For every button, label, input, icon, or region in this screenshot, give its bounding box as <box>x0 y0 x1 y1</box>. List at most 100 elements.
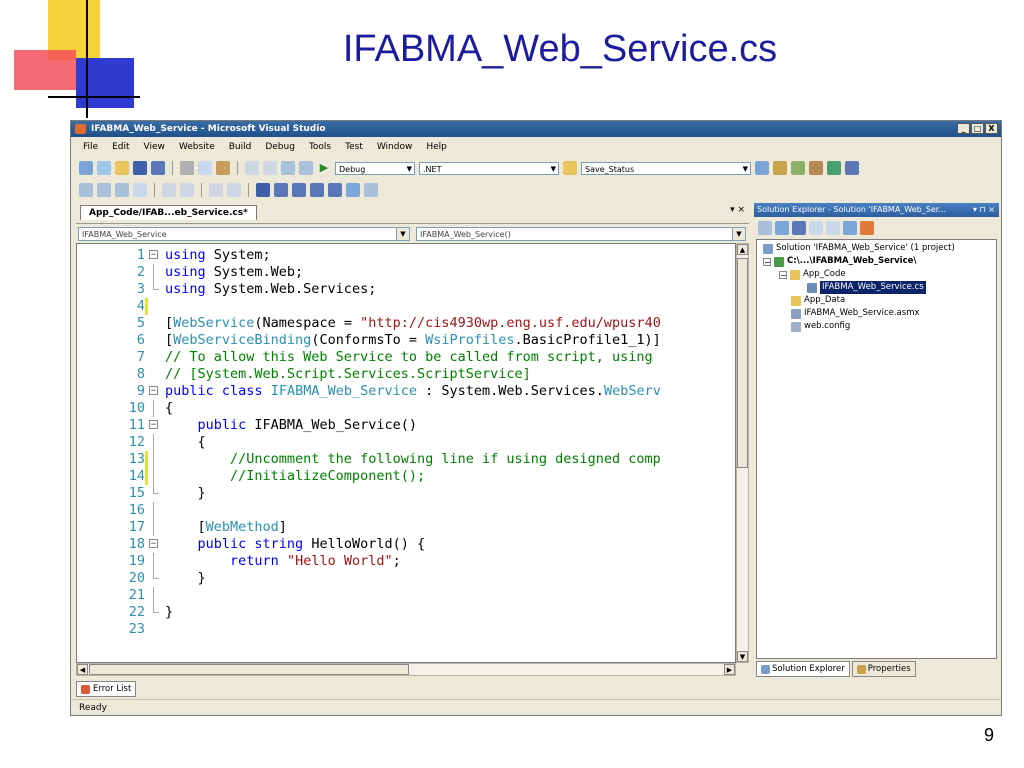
code-area[interactable]: 1− using System; 2 using System.Web; 3 usin… <box>76 243 736 663</box>
horizontal-scrollbar[interactable]: ◀ ▶ <box>76 663 736 676</box>
deco-red-square <box>14 50 76 90</box>
start-page-icon[interactable] <box>827 161 841 175</box>
platform-combo[interactable]: .NET ▼ <box>419 161 559 175</box>
tree-node-solution[interactable]: Solution 'IFABMA_Web_Service' (1 project… <box>763 242 955 255</box>
class-combo[interactable]: IFABMA_Web_Service ▼ <box>78 227 410 241</box>
code-line: 10{ <box>128 400 174 417</box>
find-icon[interactable] <box>755 161 769 175</box>
visual-studio-window: IFABMA_Web_Service - Microsoft Visual St… <box>70 120 1002 716</box>
tree-node-app-code[interactable]: − App_Code <box>779 268 846 281</box>
code-line: 21 <box>77 587 735 604</box>
outdent-icon[interactable] <box>162 183 176 197</box>
solution-explorer: Solution Explorer - Solution 'IFABMA_Web… <box>754 203 999 685</box>
undo-icon[interactable] <box>245 161 259 175</box>
find-in-files-icon[interactable] <box>563 161 577 175</box>
complete-word-icon[interactable] <box>133 183 147 197</box>
scroll-thumb[interactable] <box>737 258 748 468</box>
panel-controls[interactable]: ▾ ⊓ × <box>973 203 995 217</box>
maximize-button[interactable]: □ <box>971 123 984 134</box>
properties-icon[interactable] <box>773 161 787 175</box>
error-list-tab[interactable]: Error List <box>76 681 137 697</box>
hscroll-thumb[interactable] <box>89 664 409 675</box>
open-folder-icon[interactable] <box>115 161 129 175</box>
object-browser-icon[interactable] <box>791 161 805 175</box>
toolbox-icon[interactable] <box>809 161 823 175</box>
code-line: 7// To allow this Web Service to be call… <box>136 349 653 365</box>
menu-file[interactable]: File <box>83 139 98 155</box>
properties-icon[interactable] <box>758 221 772 235</box>
indent-icon[interactable] <box>180 183 194 197</box>
tab-controls[interactable]: ▾ × <box>730 205 745 215</box>
tab-solution-explorer[interactable]: Solution Explorer <box>756 661 850 677</box>
close-button[interactable]: X <box>985 123 998 134</box>
tree-node-project[interactable]: − C:\...\IFABMA_Web_Service\ <box>763 255 916 268</box>
copy-website-icon[interactable] <box>843 221 857 235</box>
tree-node-app-data[interactable]: App_Data <box>791 294 845 307</box>
menu-edit[interactable]: Edit <box>112 139 129 155</box>
next-bookmark-folder-icon[interactable] <box>328 183 342 197</box>
view-code-icon[interactable] <box>809 221 823 235</box>
paste-icon[interactable] <box>216 161 230 175</box>
collapse-icon[interactable]: − <box>779 270 787 279</box>
menu-build[interactable]: Build <box>229 139 252 155</box>
clear-bookmarks-icon[interactable] <box>346 183 360 197</box>
standard-toolbar: ▶ Debug ▼ .NET ▼ Save_Status ▼ <box>71 157 1001 179</box>
document-tab[interactable]: App_Code/IFAB...eb_Service.cs* <box>80 205 257 220</box>
find-combo[interactable]: Save_Status ▼ <box>581 161 751 175</box>
menu-view[interactable]: View <box>144 139 165 155</box>
code-line: 23 <box>128 621 145 637</box>
menu-website[interactable]: Website <box>179 139 215 155</box>
nest-files-icon[interactable] <box>792 221 806 235</box>
comment-icon[interactable] <box>299 161 313 175</box>
scroll-left-button[interactable]: ◀ <box>77 664 88 675</box>
code-line: 6 [WebServiceBinding(ConformsTo = WsiProf… <box>136 332 661 348</box>
next-bookmark-icon[interactable] <box>292 183 306 197</box>
options-icon[interactable] <box>845 161 859 175</box>
bookmark-icon[interactable] <box>256 183 270 197</box>
minimize-button[interactable]: _ <box>957 123 970 134</box>
cut-icon[interactable] <box>180 161 194 175</box>
menu-test[interactable]: Test <box>345 139 363 155</box>
menu-tools[interactable]: Tools <box>309 139 331 155</box>
code-line: 16 <box>77 502 735 519</box>
tree-node-cs-file[interactable]: IFABMA_Web_Service.cs <box>807 281 926 294</box>
tree-node-web-config[interactable]: web.config <box>791 320 850 333</box>
solution-config-combo[interactable]: Debug ▼ <box>335 161 415 175</box>
quick-info-icon[interactable] <box>115 183 129 197</box>
menu-debug[interactable]: Debug <box>265 139 295 155</box>
parameter-info-icon[interactable] <box>97 183 111 197</box>
toolbar-options-icon[interactable] <box>364 183 378 197</box>
tree-node-asmx[interactable]: IFABMA_Web_Service.asmx <box>791 307 920 320</box>
code-line: 12 { <box>128 434 206 451</box>
save-icon[interactable] <box>133 161 147 175</box>
comment-lines-icon[interactable] <box>209 183 223 197</box>
tab-properties[interactable]: Properties <box>851 661 916 677</box>
collapse-icon[interactable]: − <box>763 257 771 266</box>
redo-icon[interactable] <box>263 161 277 175</box>
scroll-down-button[interactable]: ▼ <box>737 651 748 662</box>
vertical-scrollbar[interactable]: ▲ ▼ <box>736 243 749 663</box>
copy-icon[interactable] <box>198 161 212 175</box>
code-line: 1− using System; <box>136 247 271 263</box>
prev-bookmark-folder-icon[interactable] <box>310 183 324 197</box>
view-designer-icon[interactable] <box>826 221 840 235</box>
uncomment-lines-icon[interactable] <box>227 183 241 197</box>
scroll-up-button[interactable]: ▲ <box>737 244 748 255</box>
code-line: 4 <box>77 298 735 315</box>
code-line: 22} <box>128 604 174 620</box>
navigate-icon[interactable] <box>281 161 295 175</box>
save-all-icon[interactable] <box>151 161 165 175</box>
display-object-member-icon[interactable] <box>79 183 93 197</box>
toolbar-separator <box>248 183 249 197</box>
start-debug-icon[interactable]: ▶ <box>317 161 331 175</box>
new-project-icon[interactable] <box>79 161 93 175</box>
menu-help[interactable]: Help <box>426 139 447 155</box>
prev-bookmark-icon[interactable] <box>274 183 288 197</box>
add-item-icon[interactable] <box>97 161 111 175</box>
solution-explorer-tabs: Solution Explorer Properties <box>756 661 997 677</box>
scroll-right-button[interactable]: ▶ <box>724 664 735 675</box>
member-combo[interactable]: IFABMA_Web_Service() ▼ <box>416 227 746 241</box>
asp-config-icon[interactable] <box>860 221 874 235</box>
menu-window[interactable]: Window <box>377 139 413 155</box>
refresh-icon[interactable] <box>775 221 789 235</box>
